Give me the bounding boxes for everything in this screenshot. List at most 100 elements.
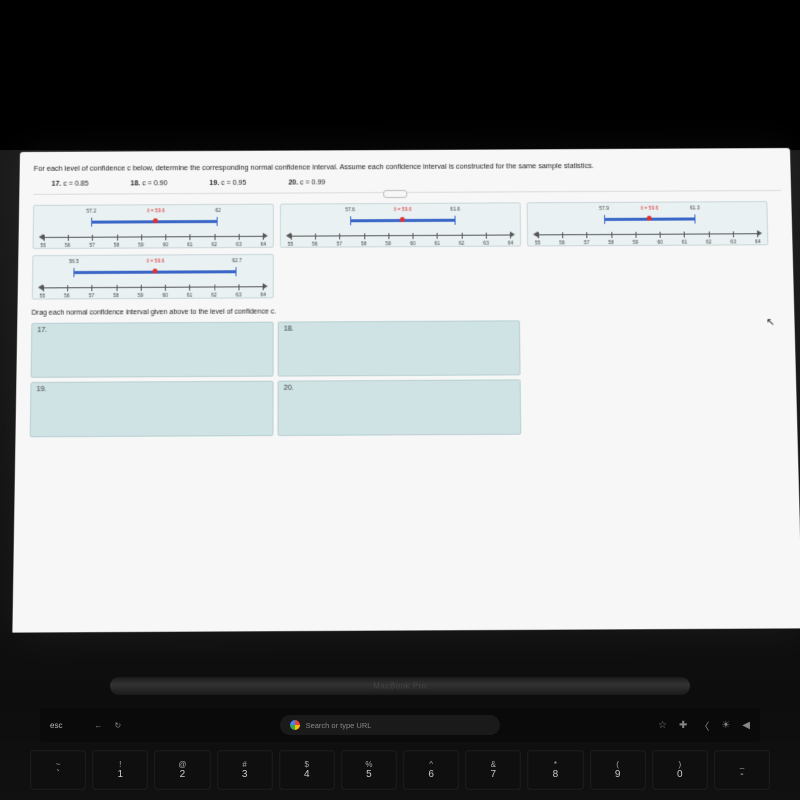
drop-zone-18[interactable]: 18. (278, 320, 521, 376)
interval-high-label: 61.6 (450, 207, 460, 213)
axis-tick-label: 59 (385, 241, 391, 247)
new-tab-icon[interactable]: ✚ (679, 720, 687, 731)
interval-card[interactable]: 5556575859606162636457.9x̄ = 59.661.3 (527, 201, 769, 246)
google-logo-icon (290, 720, 300, 730)
interval-card[interactable]: 55 56 57 58 59 60 61 62 63 64 57.6 x̄ = 59.6 61.6 (280, 202, 521, 247)
interval-card[interactable]: 5556575859606162636457.2x̄ = 59.662 (33, 204, 274, 249)
axis-tick-label: 64 (755, 239, 761, 245)
interval-card[interactable]: 55 56 57 58 59 60 61 62 63 64 56.5 x̄ = 59.6 62.7 (32, 254, 274, 300)
touchbar-search[interactable]: Search or type URL (280, 715, 500, 735)
drag-instruction: Drag each normal confidence interval giv… (31, 306, 784, 317)
keyboard-key: *8 (527, 750, 583, 790)
axis-tick-label: 60 (162, 293, 168, 299)
interval-mean-label: x̄ = 59.6 (147, 208, 165, 214)
axis-tick-label: 64 (508, 241, 514, 247)
interval-cards-row-1: 55 56 57 58 59 60 61 62 63 64 57.2 x̄ = 59.6 62 55 56… (33, 201, 783, 249)
axis-tick-label: 58 (114, 243, 120, 249)
interval-low-label: 56.5 (69, 259, 79, 265)
drop-zone-grid: 17. 18. 19. 20. (30, 319, 788, 437)
axis-tick-label: 61 (682, 240, 688, 246)
axis-tick-label: 56 (65, 243, 71, 249)
axis-tick-label: 60 (410, 241, 416, 247)
keyboard-key: _- (714, 750, 770, 790)
section-divider (33, 190, 781, 195)
interval-mean-label: x̄ = 59.6 (640, 206, 658, 212)
axis-tick-label: 62 (212, 242, 218, 248)
level-17: 17. c = 0.85 (51, 181, 88, 188)
axis-tick-label: 62 (706, 239, 712, 245)
axis-tick-label: 63 (730, 239, 736, 245)
level-18: 18. c = 0.90 (130, 180, 167, 187)
question-instruction: For each level of confidence c below, de… (34, 160, 781, 173)
axis-tick-label: 57 (89, 243, 95, 249)
axis-tick-label: 57 (89, 293, 95, 299)
axis-tick-label: 59 (633, 240, 639, 246)
sample-mean-marker (647, 216, 652, 221)
axis-tick-label: 56 (64, 293, 70, 299)
axis-tick-label: 58 (113, 293, 119, 299)
axis-tick-label: 62 (459, 241, 465, 247)
interval-low-label: 57.2 (86, 209, 96, 215)
axis-tick-label: 57 (337, 241, 343, 247)
axis-tick-label: 61 (187, 293, 193, 299)
axis-tick-label: 55 (535, 240, 541, 246)
axis-tick-label: 64 (260, 242, 266, 248)
axis-tick-label: 56 (312, 242, 318, 248)
keyboard-key: &7 (465, 750, 521, 790)
keyboard-number-row: ~`!1@2#3$4%5^6&7*8(9)0_- (30, 750, 770, 794)
keyboard-key: )0 (652, 750, 708, 790)
drop-zone-17[interactable]: 17. (31, 322, 274, 378)
level-19: 19. c = 0.95 (209, 180, 246, 187)
interval-high-label: 62 (215, 208, 221, 214)
laptop-hinge: MacBook Pro (110, 677, 690, 695)
sample-mean-marker (153, 218, 158, 223)
sample-mean-marker (153, 269, 158, 274)
interval-cards-row-2: 55 56 57 58 59 60 61 62 63 64 56.5 x̄ = 59.6 62.7 (32, 251, 784, 299)
axis-tick-label: 60 (657, 240, 663, 246)
axis-tick-label: 61 (434, 241, 440, 247)
axis-tick-label: 55 (40, 243, 46, 249)
axis-tick-label: 59 (138, 293, 144, 299)
interval-low-label: 57.6 (345, 207, 355, 213)
axis-tick-label: 63 (236, 242, 242, 248)
interval-high-label: 62.7 (232, 258, 242, 264)
axis-tick-label: 56 (559, 240, 565, 246)
keyboard-key: %5 (341, 750, 397, 790)
axis-tick-label: 55 (288, 242, 294, 248)
level-20: 20. c = 0.99 (288, 179, 325, 186)
reload-icon[interactable]: ↻ (114, 721, 121, 730)
keyboard-key: (9 (590, 750, 646, 790)
axis-tick-label: 64 (260, 292, 266, 298)
keyboard-key: @2 (154, 750, 210, 790)
axis-tick-label: 62 (211, 293, 217, 299)
keyboard-key: ~` (30, 750, 86, 790)
mouse-cursor-icon: ↖ (766, 317, 772, 326)
brightness-icon[interactable]: ☀ (721, 720, 730, 731)
sample-mean-marker (400, 217, 405, 222)
drop-zone-20[interactable]: 20. (278, 379, 522, 436)
mute-icon[interactable]: ◀ (742, 720, 750, 731)
drop-zone-19[interactable]: 19. (30, 381, 274, 438)
back-icon[interactable]: ← (94, 721, 102, 730)
keyboard-key: #3 (217, 750, 273, 790)
interval-high-label: 61.3 (690, 205, 700, 211)
touch-bar: esc ← ↻ Search or type URL ☆ ✚ 〈 ☀ ◀ (40, 708, 760, 742)
axis-tick-label: 60 (163, 242, 169, 248)
confidence-levels-row: 17. c = 0.85 18. c = 0.90 19. c = 0.95 2… (51, 177, 780, 188)
keyboard-key: ^6 (403, 750, 459, 790)
keyboard-key: !1 (92, 750, 148, 790)
axis-tick-label: 63 (483, 241, 489, 247)
axis-tick-label: 58 (608, 240, 614, 246)
axis-tick-label: 55 (40, 293, 46, 299)
worksheet-panel: For each level of confidence c below, de… (12, 148, 800, 633)
keyboard-key: $4 (279, 750, 335, 790)
axis-tick-label: 63 (236, 292, 242, 298)
axis-tick-label: 61 (187, 242, 193, 248)
chevron-left-icon[interactable]: 〈 (699, 718, 709, 733)
interval-mean-label: x̄ = 59.6 (146, 258, 164, 264)
star-icon[interactable]: ☆ (658, 720, 667, 731)
axis-tick-label: 58 (361, 241, 367, 247)
touchbar-esc[interactable]: esc (50, 721, 62, 730)
interval-mean-label: x̄ = 59.6 (394, 207, 412, 213)
axis-tick-label: 57 (584, 240, 590, 246)
